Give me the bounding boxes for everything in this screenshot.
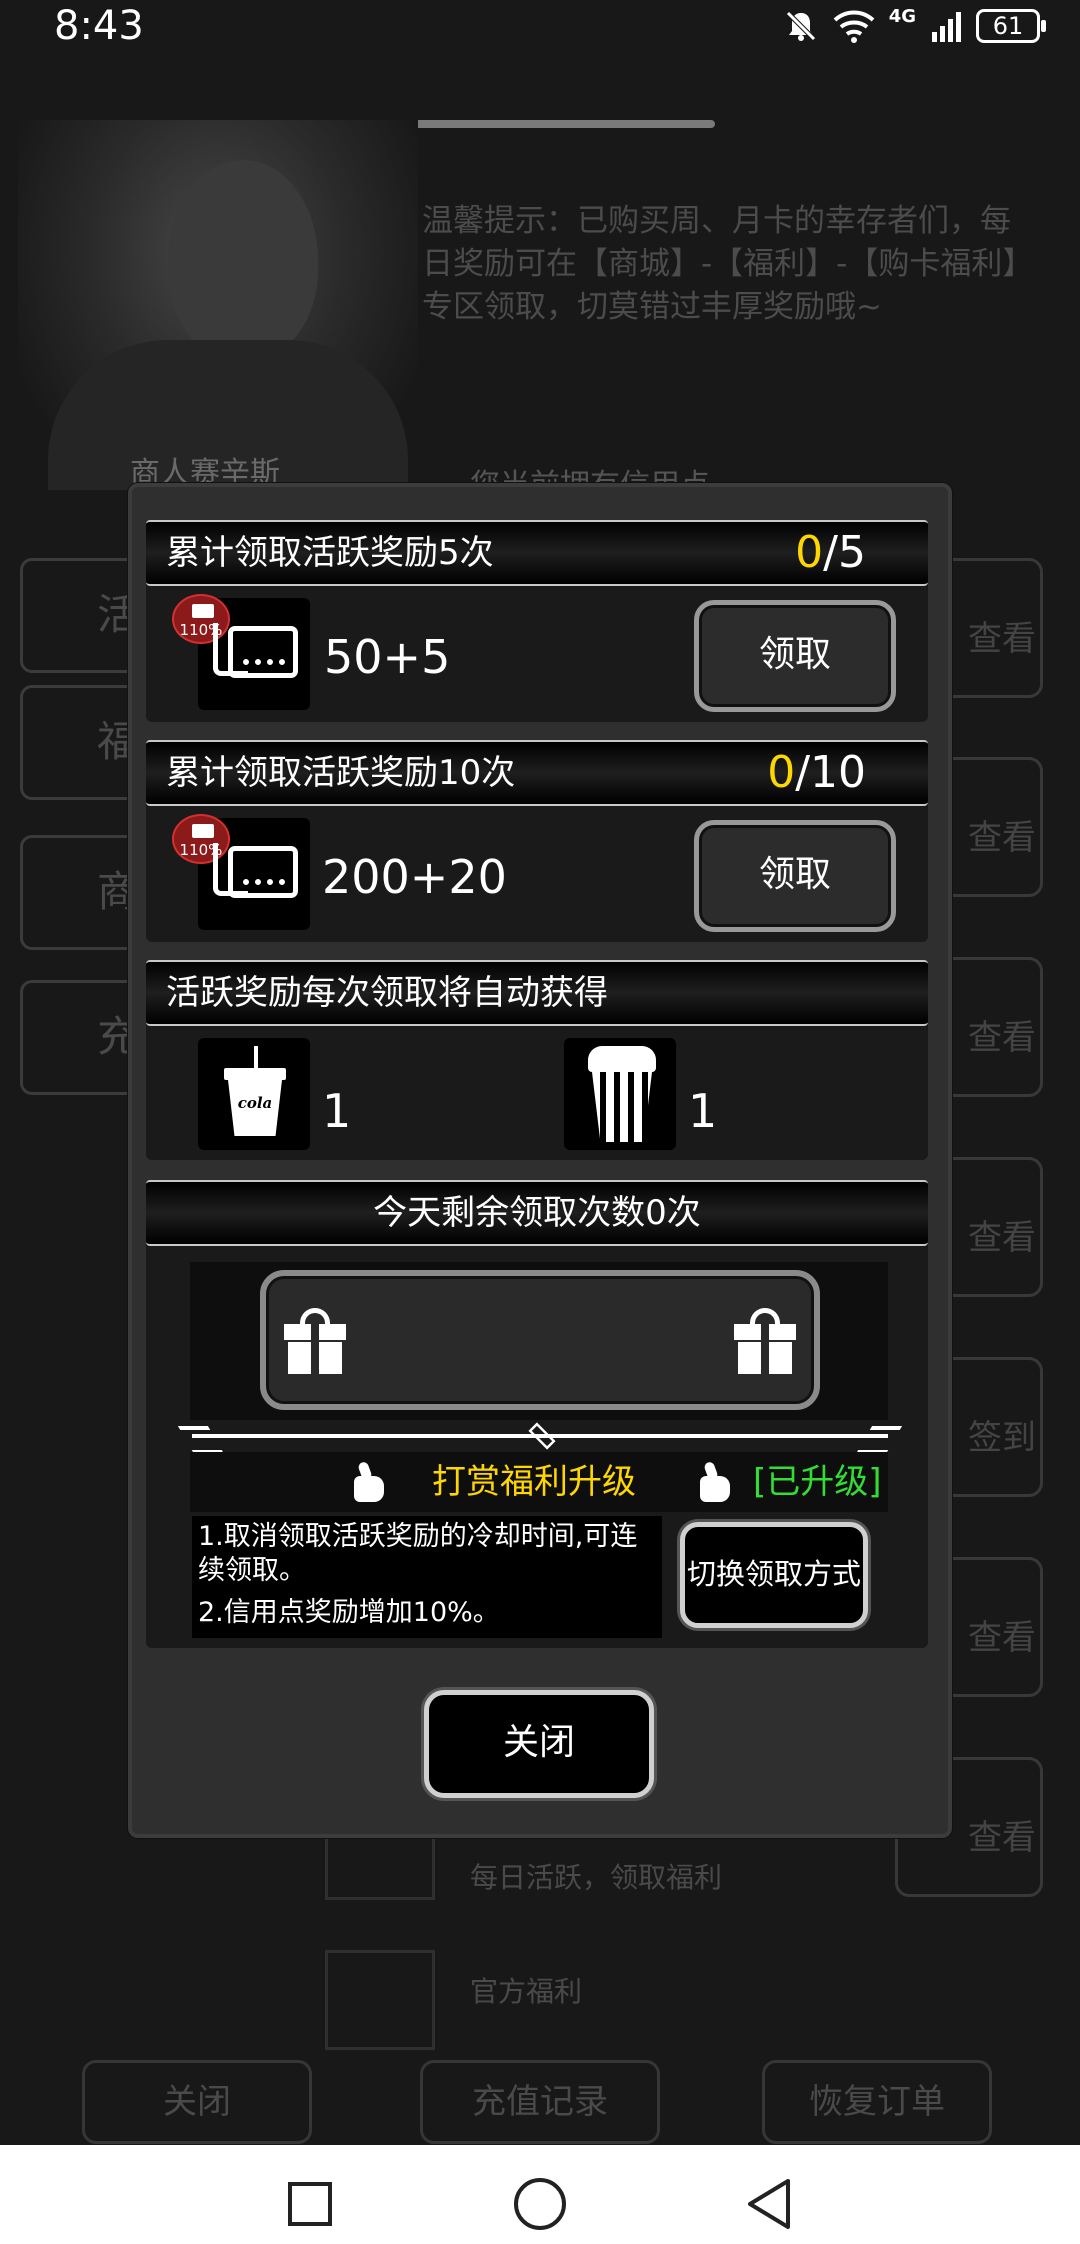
network-label: 4G xyxy=(888,6,916,27)
mute-bell-icon xyxy=(785,11,816,41)
bg-close-button[interactable]: 关闭 xyxy=(82,2060,312,2144)
recents-button[interactable] xyxy=(288,2182,332,2226)
tip-text: 温馨提示：已购买周、月卡的幸存者们，每日奖励可在【商城】-【福利】-【购卡福利】… xyxy=(422,203,1018,325)
merchant-head xyxy=(168,160,318,360)
status-bar: 8:43 4G 61 xyxy=(0,0,1080,52)
home-button[interactable] xyxy=(514,2178,566,2230)
restore-order-button[interactable]: 恢复订单 xyxy=(762,2060,992,2144)
status-time: 8:43 xyxy=(54,3,144,49)
wifi-icon xyxy=(833,10,875,43)
signal-icon xyxy=(932,12,961,42)
list-item: 官方福利 xyxy=(470,1975,583,2008)
claim-button-5[interactable]: 领取 xyxy=(694,600,896,712)
status-icons: 4G 61 xyxy=(783,6,1046,46)
recharge-record-button[interactable]: 充值记录 xyxy=(420,2060,660,2144)
back-button[interactable] xyxy=(744,2177,794,2231)
close-button[interactable]: 关闭 xyxy=(424,1690,654,1798)
battery-icon: 61 xyxy=(976,9,1046,43)
screen: 商人赛辛斯 温馨提示：已购买周、月卡的幸存者们，每日奖励可在【商城】-【福利】-… xyxy=(0,0,1080,2244)
list-item: 每日活跃，领取福利 xyxy=(470,1861,723,1894)
claim-button-10[interactable]: 领取 xyxy=(694,820,896,932)
navigation-bar xyxy=(0,2145,1080,2244)
merchant-portrait xyxy=(18,120,418,490)
switch-claim-mode-button[interactable]: 切换领取方式 xyxy=(680,1522,868,1628)
